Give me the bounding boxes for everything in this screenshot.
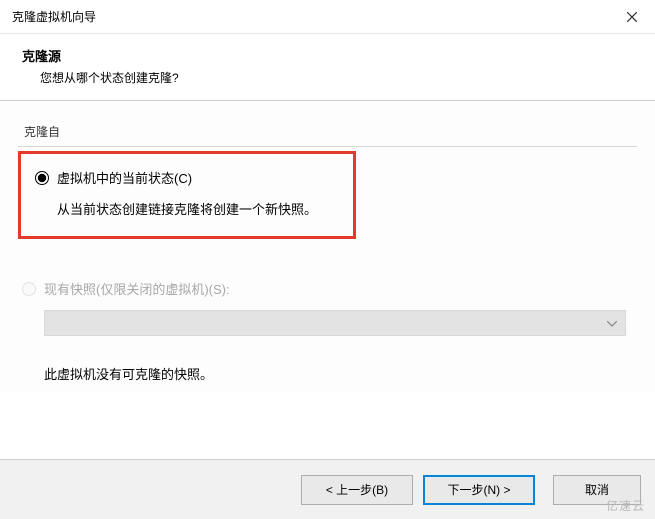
radio-current-state-label: 虚拟机中的当前状态(C)	[57, 168, 192, 187]
radio-existing-snapshot-input	[22, 282, 36, 296]
wizard-footer: < 上一步(B) 下一步(N) > 取消	[0, 459, 655, 519]
radio-existing-snapshot: 现有快照(仅限关闭的虚拟机)(S):	[22, 279, 637, 298]
no-snapshot-message: 此虚拟机没有可克隆的快照。	[44, 364, 637, 383]
close-button[interactable]	[609, 0, 655, 34]
snapshot-section: 现有快照(仅限关闭的虚拟机)(S): 此虚拟机没有可克隆的快照。	[18, 279, 637, 383]
window-title: 克隆虚拟机向导	[12, 8, 96, 25]
chevron-down-icon	[607, 316, 617, 330]
wizard-header: 克隆源 您想从哪个状态创建克隆?	[0, 34, 655, 101]
current-state-desc: 从当前状态创建链接克隆将创建一个新快照。	[35, 199, 339, 218]
snapshot-dropdown	[44, 310, 626, 336]
radio-current-state[interactable]: 虚拟机中的当前状态(C)	[35, 168, 339, 187]
header-subtitle: 您想从哪个状态创建克隆?	[22, 69, 633, 86]
back-button[interactable]: < 上一步(B)	[301, 475, 413, 505]
highlight-current-state: 虚拟机中的当前状态(C) 从当前状态创建链接克隆将创建一个新快照。	[18, 151, 356, 239]
cancel-button[interactable]: 取消	[553, 475, 641, 505]
close-icon	[627, 12, 637, 22]
radio-current-state-input[interactable]	[35, 171, 49, 185]
clone-from-legend: 克隆自	[18, 123, 637, 140]
wizard-content: 克隆自 虚拟机中的当前状态(C) 从当前状态创建链接克隆将创建一个新快照。 现有…	[0, 101, 655, 393]
radio-existing-snapshot-label: 现有快照(仅限关闭的虚拟机)(S):	[44, 279, 230, 298]
header-title: 克隆源	[22, 46, 633, 65]
next-button[interactable]: 下一步(N) >	[423, 475, 535, 505]
divider	[18, 146, 637, 147]
titlebar: 克隆虚拟机向导	[0, 0, 655, 34]
